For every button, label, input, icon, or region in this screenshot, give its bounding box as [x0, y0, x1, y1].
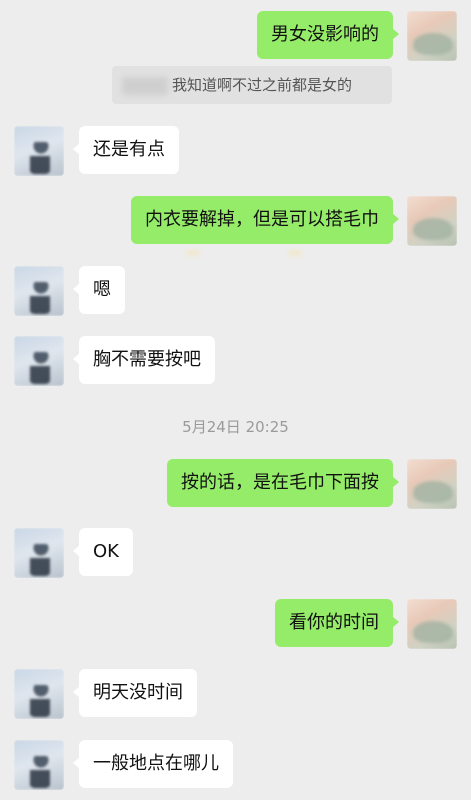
- message-bubble-incoming[interactable]: 一般地点在哪儿: [73, 740, 233, 788]
- contact-avatar[interactable]: [14, 266, 64, 316]
- quoted-message[interactable]: 我知道啊不过之前都是女的: [112, 66, 392, 104]
- message-bubble-incoming[interactable]: 明天没时间: [73, 669, 197, 717]
- message-bubble-outgoing[interactable]: 看你的时间: [275, 599, 399, 647]
- contact-avatar[interactable]: [14, 528, 64, 578]
- self-avatar[interactable]: [407, 11, 457, 61]
- message-bubble-incoming[interactable]: 胸不需要按吧: [73, 336, 215, 384]
- message-bubble-incoming[interactable]: 嗯: [73, 266, 125, 314]
- message-bubble-outgoing[interactable]: 按的话，是在毛巾下面按: [167, 459, 399, 507]
- self-avatar[interactable]: [407, 196, 457, 246]
- contact-avatar[interactable]: [14, 126, 64, 176]
- redaction-blur: [186, 250, 200, 256]
- contact-avatar[interactable]: [14, 740, 64, 790]
- contact-avatar[interactable]: [14, 336, 64, 386]
- quoted-text: 我知道啊不过之前都是女的: [172, 76, 353, 94]
- message-bubble-incoming[interactable]: OK: [73, 528, 133, 576]
- contact-avatar[interactable]: [14, 669, 64, 719]
- timestamp: 5月24日 20:25: [182, 418, 289, 436]
- redaction-blur: [288, 250, 302, 256]
- message-bubble-outgoing[interactable]: 男女没影响的: [257, 11, 399, 59]
- message-bubble-outgoing[interactable]: 内衣要解掉，但是可以搭毛巾: [131, 196, 399, 244]
- message-bubble-incoming[interactable]: 还是有点: [73, 126, 179, 174]
- self-avatar[interactable]: [407, 459, 457, 509]
- blurred-sender-name: [122, 76, 168, 95]
- self-avatar[interactable]: [407, 599, 457, 649]
